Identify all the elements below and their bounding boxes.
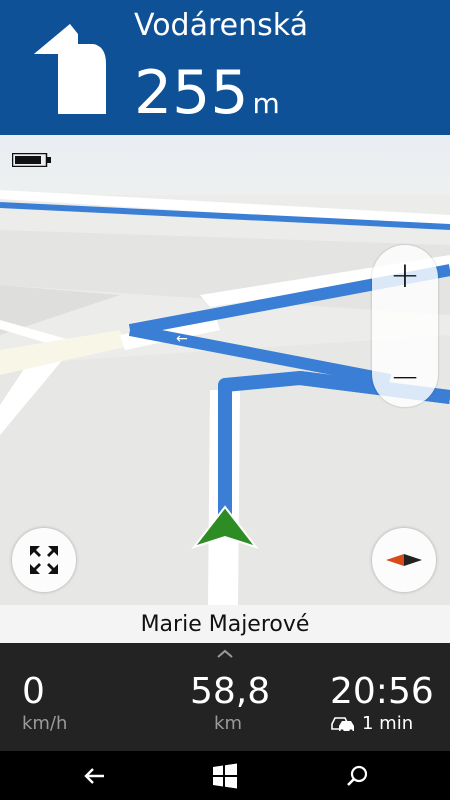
expand-view-button[interactable] xyxy=(12,528,76,592)
zoom-out-button[interactable]: − xyxy=(372,347,438,407)
chevron-up-icon[interactable] xyxy=(215,647,235,659)
distance-to-turn: 255 m xyxy=(134,58,280,143)
back-arrow-icon[interactable] xyxy=(82,763,108,789)
traffic-cars-icon xyxy=(331,717,354,733)
speed-value: 0 xyxy=(22,671,45,712)
arrival-stat: 20:56 1 min xyxy=(330,671,434,735)
remaining-distance-value: 58,8 xyxy=(190,671,271,712)
traffic-delay: 1 min xyxy=(330,713,434,735)
distance-value: 255 xyxy=(134,58,249,128)
compass-icon xyxy=(386,554,422,566)
system-navigation-bar xyxy=(0,751,450,800)
search-icon[interactable] xyxy=(344,763,370,789)
distance-unit: m xyxy=(252,87,280,120)
svg-text:←: ← xyxy=(176,331,188,347)
compass-button[interactable] xyxy=(372,528,436,592)
battery-icon xyxy=(12,153,51,167)
traffic-delay-text: 1 min xyxy=(362,713,414,734)
turn-left-arrow-icon xyxy=(34,24,106,114)
maneuver-header: Vodárenská 255 m xyxy=(0,0,450,135)
speed-stat: 0 km/h xyxy=(22,671,67,735)
speed-unit: km/h xyxy=(22,713,68,734)
current-street-bar: Marie Majerové xyxy=(0,605,450,643)
windows-logo-icon[interactable] xyxy=(212,763,238,789)
next-street-name: Vodárenská xyxy=(134,8,308,43)
remaining-distance-unit: km xyxy=(214,713,242,734)
remaining-distance-stat: 58,8 km xyxy=(190,671,271,735)
zoom-control[interactable]: + − xyxy=(372,245,438,407)
zoom-in-button[interactable]: + xyxy=(372,245,438,305)
arrival-time: 20:56 xyxy=(330,671,434,712)
trip-stats-panel[interactable]: 0 km/h 58,8 km 20:56 1 min xyxy=(0,643,450,751)
expand-arrows-icon xyxy=(30,546,58,574)
